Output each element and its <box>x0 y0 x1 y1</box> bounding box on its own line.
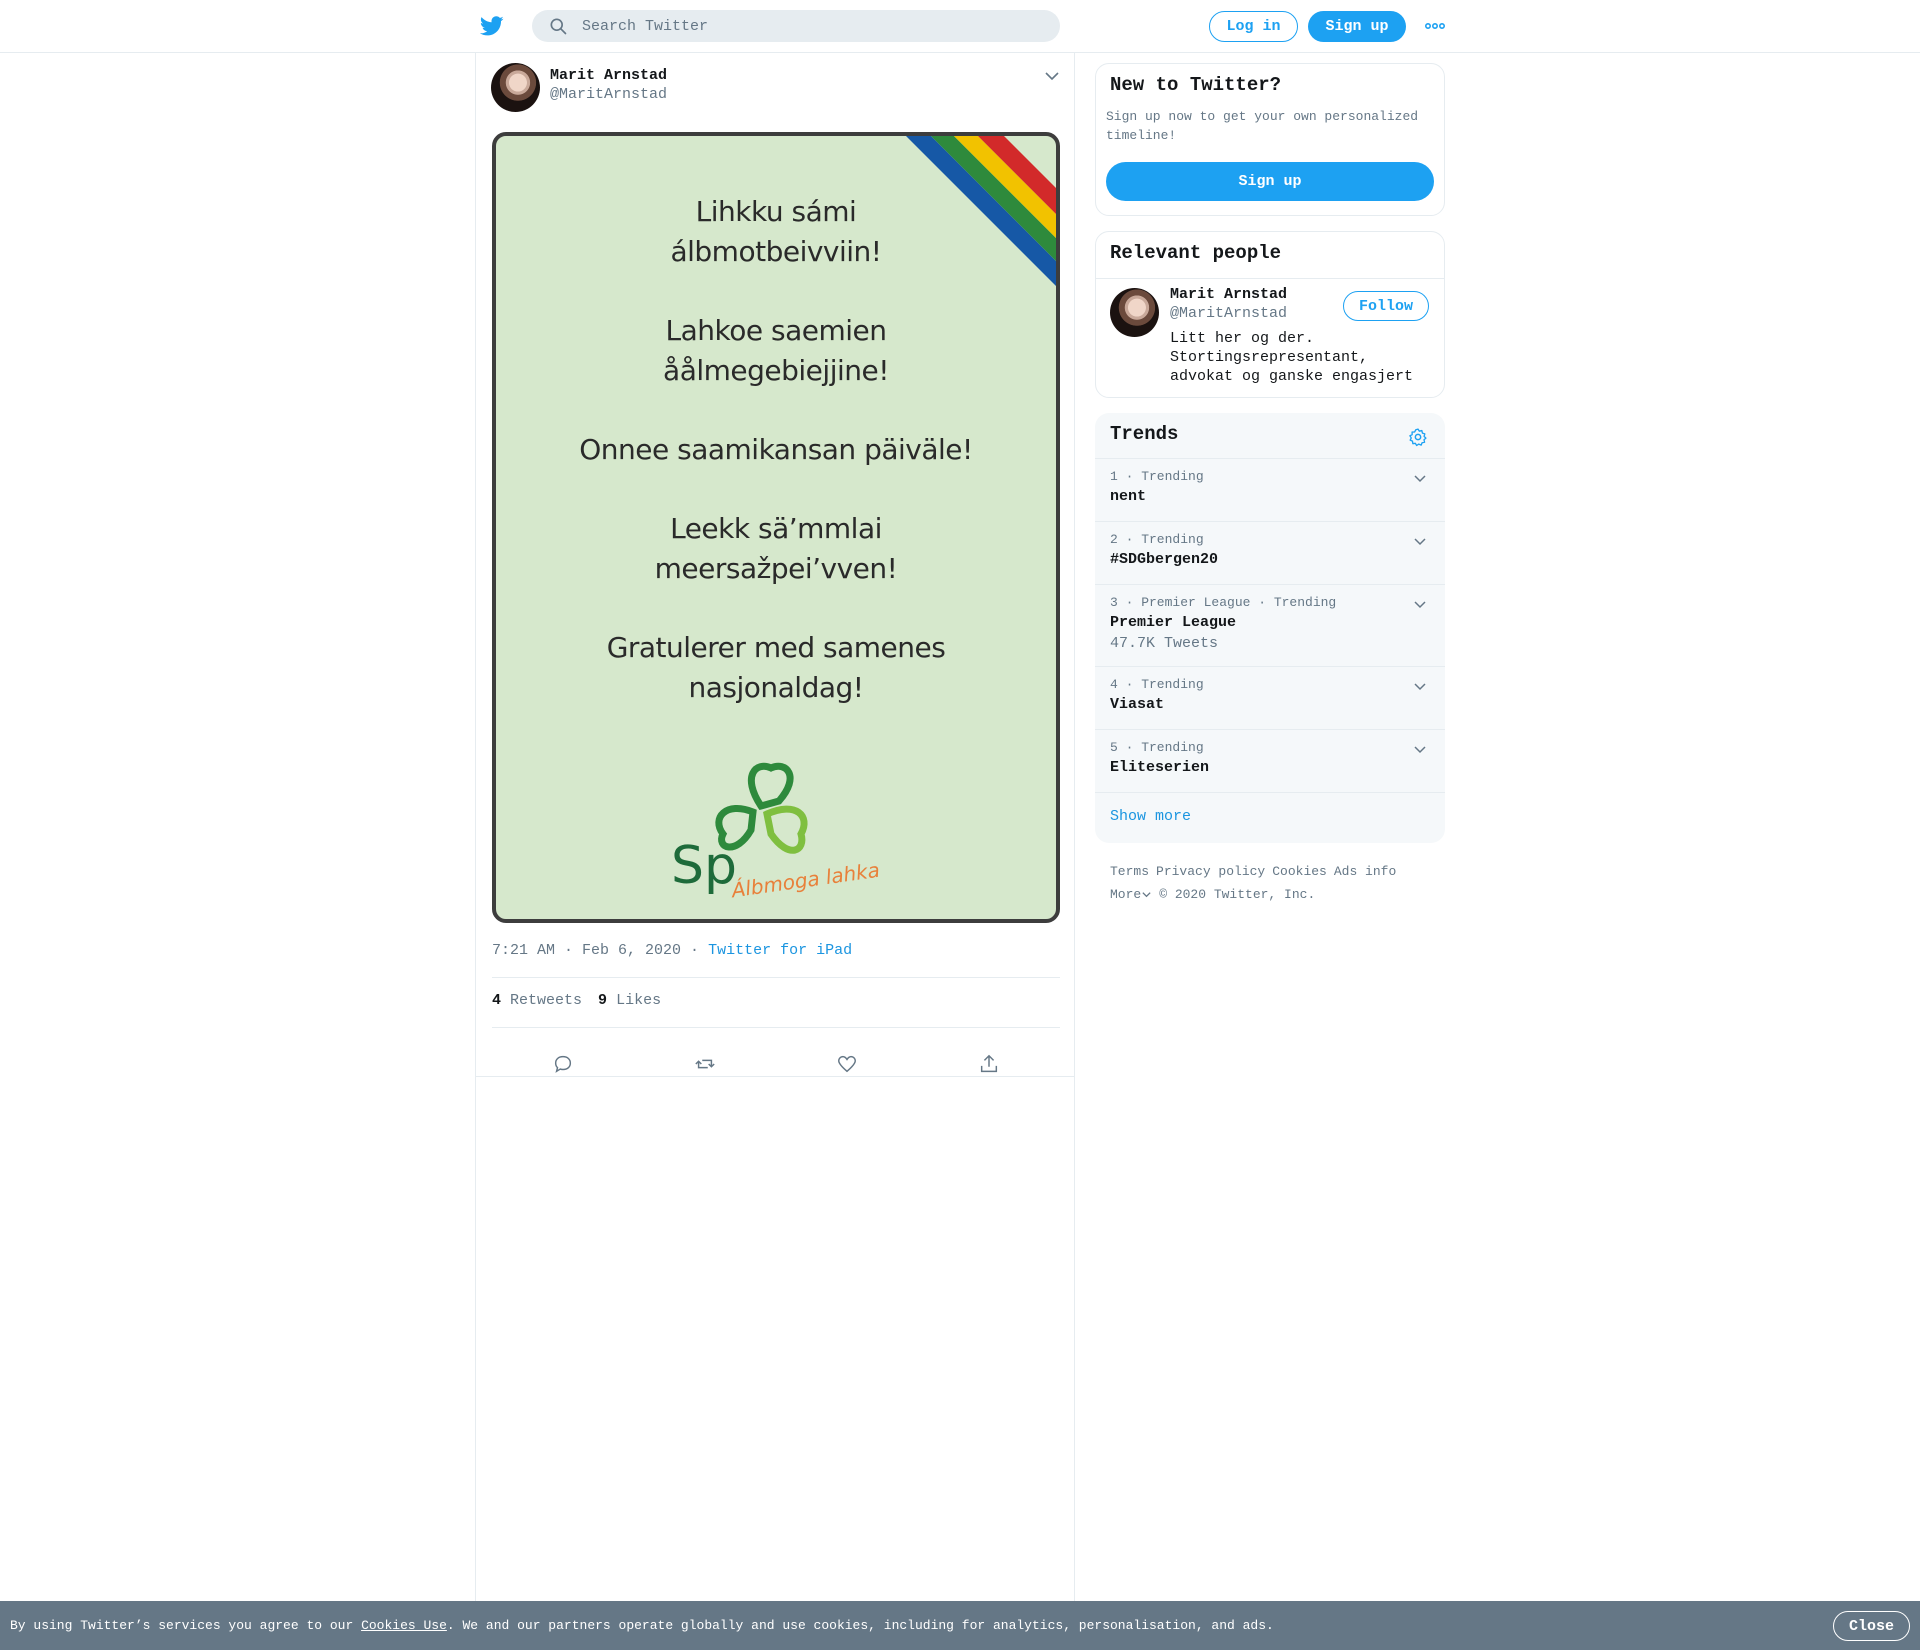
footer-link-cookies[interactable]: Cookies <box>1272 864 1327 879</box>
retweet-icon[interactable] <box>694 1053 716 1075</box>
footer-copyright: © 2020 Twitter, Inc. <box>1159 887 1316 902</box>
gear-icon[interactable] <box>1408 427 1428 447</box>
cookie-consent-bar: By using Twitter’s services you agree to… <box>0 1601 1920 1650</box>
top-bar: Log in Sign up <box>0 0 1920 53</box>
signup-button[interactable]: Sign up <box>1308 11 1406 42</box>
author-name[interactable]: Marit Arnstad <box>550 67 667 84</box>
search-icon <box>550 18 567 35</box>
greeting-line: nasjonaldag! <box>688 671 864 704</box>
trend-name[interactable]: Premier League <box>1110 614 1236 631</box>
new-to-twitter-card: New to Twitter? Sign up now to get your … <box>1095 63 1445 216</box>
party-logo: Sp Álbmoga lahka <box>671 756 891 906</box>
footer-more[interactable]: More <box>1110 887 1152 902</box>
chevron-down-icon[interactable] <box>1413 598 1427 612</box>
person-avatar[interactable] <box>1110 288 1159 337</box>
trend-meta: 2 · Trending <box>1110 532 1204 547</box>
search-box[interactable] <box>532 10 1060 42</box>
cookie-close-button[interactable]: Close <box>1833 1611 1910 1641</box>
relevant-people-card: Relevant people Marit Arnstad @MaritArns… <box>1095 231 1445 398</box>
author-handle[interactable]: @MaritArnstad <box>550 86 667 103</box>
cookies-use-link[interactable]: Cookies Use <box>361 1618 447 1633</box>
sidebar-signup-button[interactable]: Sign up <box>1106 162 1434 201</box>
divider <box>492 1027 1060 1028</box>
tweet-stats: 4 Retweets 9 Likes <box>492 992 661 1009</box>
footer-links: Terms Privacy policy Cookies Ads info More ©… <box>1110 860 1440 906</box>
trend-meta: 1 · Trending <box>1110 469 1204 484</box>
reply-icon[interactable] <box>552 1053 574 1075</box>
trend-name[interactable]: Eliteserien <box>1110 759 1209 776</box>
cookie-text: By using Twitter’s services you agree to… <box>10 1618 1274 1633</box>
chevron-down-icon[interactable] <box>1141 889 1152 900</box>
trend-item[interactable]: 3 · Premier League · Trending Premier Le… <box>1095 584 1445 666</box>
greeting-line: meersažpei’vven! <box>654 552 898 585</box>
logo-sp-text: Sp <box>671 836 738 896</box>
divider <box>476 1076 1074 1077</box>
person-bio: Litt her og der. Stortingsrepresentant, … <box>1170 330 1414 385</box>
trend-item[interactable]: 5 · Trending Eliteserien <box>1095 729 1445 792</box>
footer-more-label[interactable]: More <box>1110 887 1141 902</box>
login-button[interactable]: Log in <box>1209 11 1298 42</box>
divider <box>1096 278 1444 279</box>
footer-link-ads-info[interactable]: Ads info <box>1334 864 1396 879</box>
trend-item[interactable]: 2 · Trending #SDGbergen20 <box>1095 521 1445 584</box>
trend-meta: 5 · Trending <box>1110 740 1204 755</box>
show-more-label[interactable]: Show more <box>1110 808 1191 825</box>
cookie-text-after: . We and our partners operate globally a… <box>446 1618 1274 1633</box>
greeting-line: Lahkoe saemien <box>665 314 887 347</box>
chevron-down-icon[interactable] <box>1413 743 1427 757</box>
trend-name[interactable]: Viasat <box>1110 696 1164 713</box>
chevron-down-icon[interactable] <box>1413 680 1427 694</box>
card-title: Relevant people <box>1110 242 1282 264</box>
trend-name[interactable]: #SDGbergen20 <box>1110 551 1218 568</box>
tweet-image[interactable]: Lihkku sámi álbmotbeivviin! Lahkoe saemi… <box>492 132 1060 923</box>
show-more-trends[interactable]: Show more <box>1095 792 1445 843</box>
person-name[interactable]: Marit Arnstad <box>1170 286 1287 303</box>
chevron-down-icon[interactable] <box>1413 535 1427 549</box>
greeting-line: Onnee saamikansan päiväle! <box>579 433 973 466</box>
trend-item[interactable]: 1 · Trending nent <box>1095 458 1445 521</box>
trends-card: Trends 1 · Trending nent 2 · Trending #S… <box>1095 413 1445 843</box>
tweet-column: Marit Arnstad @MaritArnstad Lihkku sámi … <box>475 53 1075 1650</box>
tweet-source-link[interactable]: Twitter for iPad <box>708 942 852 959</box>
cookie-text-before: By using Twitter’s services you agree to… <box>10 1618 362 1633</box>
like-icon[interactable] <box>836 1053 858 1075</box>
likes-label[interactable]: Likes <box>616 992 661 1009</box>
tweet-meta: 7:21 AM · Feb 6, 2020 · Twitter for iPad <box>492 942 852 959</box>
card-title: New to Twitter? <box>1110 74 1282 96</box>
divider <box>492 977 1060 978</box>
share-icon[interactable] <box>978 1053 1000 1075</box>
tweet-actions <box>492 1041 1060 1089</box>
greeting-line: Leekk sä’mmlai <box>670 512 882 545</box>
retweets-count[interactable]: 4 <box>492 992 501 1009</box>
author-avatar[interactable] <box>491 63 540 112</box>
retweets-label[interactable]: Retweets <box>510 992 582 1009</box>
likes-count[interactable]: 9 <box>598 992 607 1009</box>
trend-tweet-count: 47.7K Tweets <box>1110 635 1219 652</box>
card-title: Trends <box>1110 423 1179 445</box>
trend-name[interactable]: nent <box>1110 488 1146 505</box>
greeting-line: åålmegebiejjine! <box>663 354 889 387</box>
follow-button[interactable]: Follow <box>1343 291 1429 321</box>
footer-link-privacy[interactable]: Privacy policy <box>1156 864 1265 879</box>
trend-item[interactable]: 4 · Trending Viasat <box>1095 666 1445 729</box>
chevron-down-icon[interactable] <box>1043 67 1061 85</box>
twitter-bird-icon[interactable] <box>479 14 505 38</box>
tweet-timestamp[interactable]: 7:21 AM · Feb 6, 2020 <box>492 942 681 959</box>
meta-separator: · <box>690 942 700 959</box>
greeting-line: álbmotbeivviin! <box>670 235 882 268</box>
greeting-line: Lihkku sámi <box>695 195 857 228</box>
trend-meta: 3 · Premier League · Trending <box>1110 595 1337 610</box>
search-input[interactable] <box>582 17 1042 35</box>
signup-description: Sign up now to get your own personalized… <box>1106 109 1419 143</box>
footer-link-terms[interactable]: Terms <box>1110 864 1149 879</box>
chevron-down-icon[interactable] <box>1413 472 1427 486</box>
greeting-line: Gratulerer med samenes <box>606 631 946 664</box>
more-dots-icon[interactable] <box>1425 20 1445 32</box>
person-handle[interactable]: @MaritArnstad <box>1170 305 1287 322</box>
trend-meta: 4 · Trending <box>1110 677 1204 692</box>
